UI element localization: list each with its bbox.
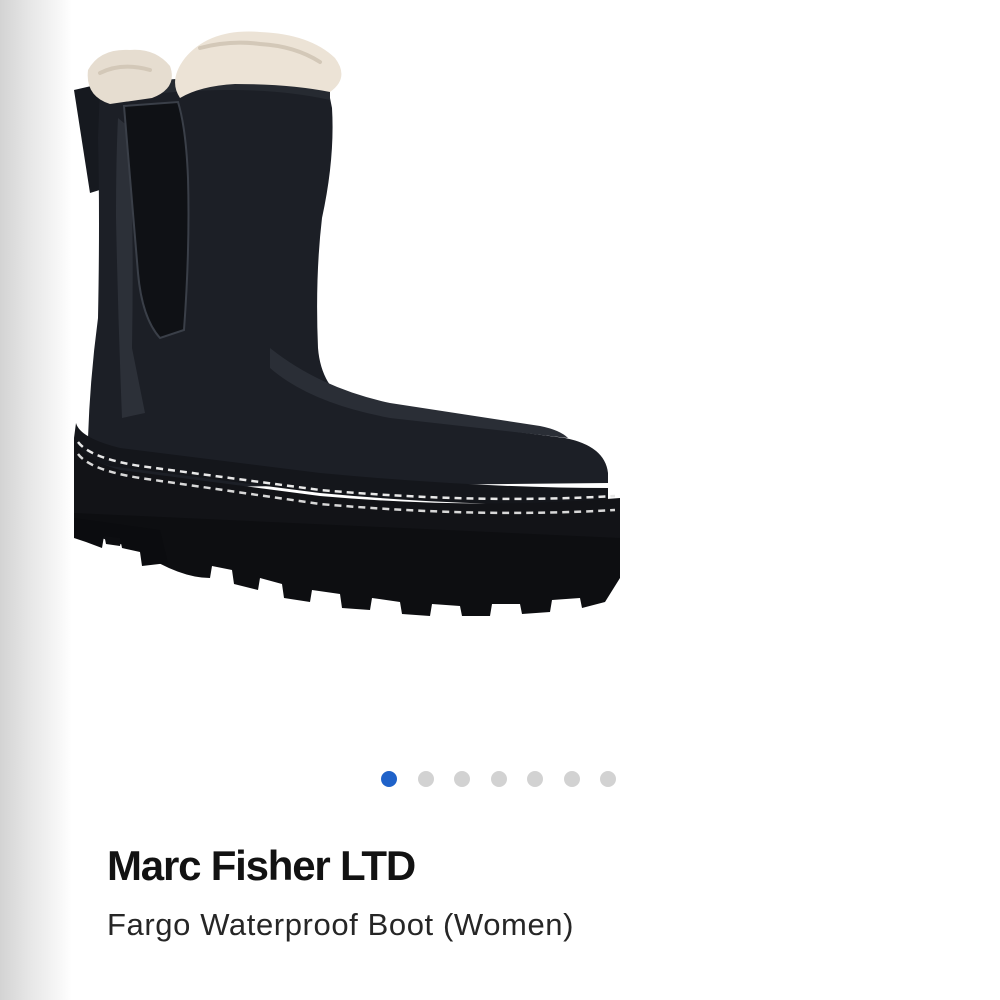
brand-name: Marc Fisher LTD (107, 842, 416, 889)
carousel-dot-7[interactable] (600, 771, 616, 787)
carousel-dot-2[interactable] (417, 771, 434, 787)
product-page: Marc Fisher LTD Fargo Waterproof Boot (W… (0, 0, 1000, 1000)
carousel-dot-6[interactable] (563, 771, 580, 787)
carousel-dot-5[interactable] (527, 771, 543, 787)
product-image[interactable] (60, 18, 650, 628)
carousel-dot-1[interactable] (381, 771, 397, 787)
carousel-dot-3[interactable] (454, 771, 470, 787)
carousel-dot-4[interactable] (490, 771, 507, 787)
image-carousel-dots (381, 771, 616, 787)
product-title: Fargo Waterproof Boot (Women) (107, 907, 575, 942)
